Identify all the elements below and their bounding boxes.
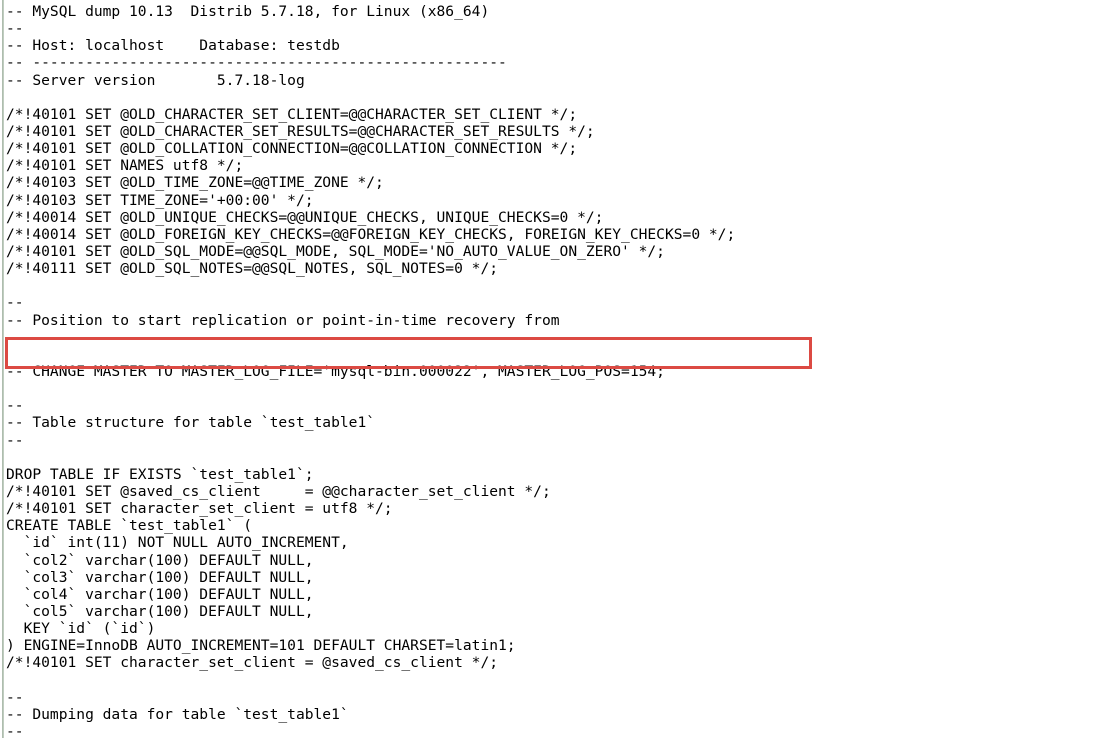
code-line: -- Position to start replication or poin…	[6, 311, 560, 329]
sql-dump-text[interactable]: -- MySQL dump 10.13 Distrib 5.7.18, for …	[6, 3, 1096, 740]
code-line: /*!40014 SET @OLD_UNIQUE_CHECKS=@@UNIQUE…	[6, 208, 604, 226]
code-line: `col2` varchar(100) DEFAULT NULL,	[6, 551, 314, 569]
code-line: `col4` varchar(100) DEFAULT NULL,	[6, 585, 314, 603]
code-line: /*!40101 SET @OLD_CHARACTER_SET_CLIENT=@…	[6, 105, 578, 123]
code-line: DROP TABLE IF EXISTS `test_table1`;	[6, 465, 314, 483]
code-line: -- -------------------------------------…	[6, 54, 507, 72]
code-line: `col3` varchar(100) DEFAULT NULL,	[6, 568, 314, 586]
code-line: --	[6, 294, 24, 312]
code-line: --	[6, 688, 24, 706]
code-line: `id` int(11) NOT NULL AUTO_INCREMENT,	[6, 534, 349, 552]
code-line: -- Dumping data for table `test_table1`	[6, 705, 349, 723]
code-line: /*!40111 SET @OLD_SQL_NOTES=@@SQL_NOTES,…	[6, 260, 499, 278]
code-line: --	[6, 397, 24, 415]
code-line: -- CHANGE MASTER TO MASTER_LOG_FILE='mys…	[6, 362, 665, 380]
code-line: /*!40101 SET @OLD_COLLATION_CONNECTION=@…	[6, 140, 578, 158]
code-line: CREATE TABLE `test_table1` (	[6, 517, 253, 535]
code-line: ) ENGINE=InnoDB AUTO_INCREMENT=101 DEFAU…	[6, 637, 516, 655]
code-line: --	[6, 431, 24, 449]
code-line: /*!40101 SET @OLD_CHARACTER_SET_RESULTS=…	[6, 122, 595, 140]
code-line: /*!40101 SET character_set_client = utf8…	[6, 500, 393, 518]
code-line: /*!40101 SET @saved_cs_client = @@charac…	[6, 482, 551, 500]
code-line: --	[6, 328, 24, 346]
code-line: /*!40101 SET character_set_client = @sav…	[6, 654, 499, 672]
code-line: /*!40101 SET @OLD_SQL_MODE=@@SQL_MODE, S…	[6, 242, 665, 260]
code-line: -- MySQL dump 10.13 Distrib 5.7.18, for …	[6, 3, 490, 20]
code-line: -- Host: localhost Database: testdb	[6, 37, 340, 55]
code-line: /*!40103 SET TIME_ZONE='+00:00' */;	[6, 191, 314, 209]
code-line: /*!40014 SET @OLD_FOREIGN_KEY_CHECKS=@@F…	[6, 225, 736, 243]
code-line: /*!40103 SET @OLD_TIME_ZONE=@@TIME_ZONE …	[6, 174, 384, 192]
left-edge-rule	[2, 0, 4, 738]
code-line: -- Table structure for table `test_table…	[6, 414, 376, 432]
code-line: KEY `id` (`id`)	[6, 620, 156, 638]
code-line: --	[6, 722, 24, 740]
code-line: `col5` varchar(100) DEFAULT NULL,	[6, 602, 314, 620]
code-line: -- Server version 5.7.18-log	[6, 71, 305, 89]
code-line: --	[6, 20, 24, 38]
sql-dump-viewer[interactable]: -- MySQL dump 10.13 Distrib 5.7.18, for …	[0, 0, 1101, 740]
code-line: /*!40101 SET NAMES utf8 */;	[6, 157, 244, 175]
